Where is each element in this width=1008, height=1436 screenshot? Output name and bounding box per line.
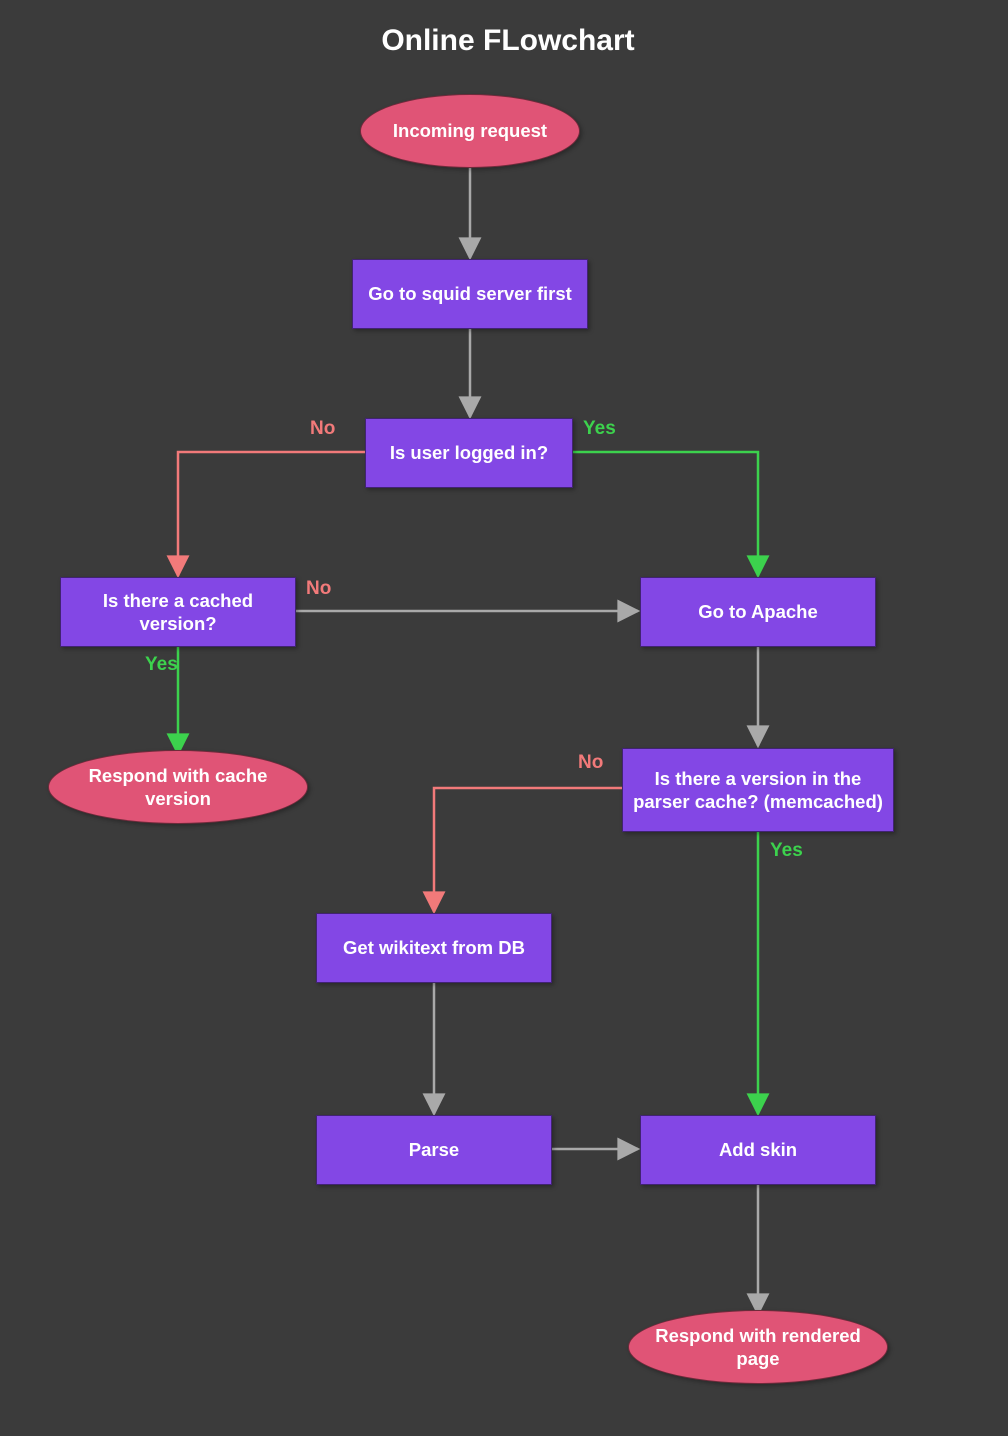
connectors-layer: [0, 0, 1008, 1436]
node-respond-cache: Respond with cache version: [48, 750, 308, 824]
node-addskin: Add skin: [640, 1115, 876, 1185]
node-apache: Go to Apache: [640, 577, 876, 647]
node-parse: Parse: [316, 1115, 552, 1185]
node-cached: Is there a cached version?: [60, 577, 296, 647]
edge-parsercache-getwiki: [434, 788, 622, 912]
node-incoming-request: Incoming request: [360, 94, 580, 168]
label-loggedin-yes: Yes: [583, 418, 616, 440]
node-respond-page: Respond with rendered page: [628, 1310, 888, 1384]
label-cached-yes: Yes: [145, 654, 178, 676]
edge-loggedin-cached: [178, 452, 365, 576]
label-parsercache-yes: Yes: [770, 840, 803, 862]
page-title: Online FLowchart: [258, 24, 758, 58]
node-getwiki: Get wikitext from DB: [316, 913, 552, 983]
node-parser-cache: Is there a version in the parser cache? …: [622, 748, 894, 832]
node-loggedin: Is user logged in?: [365, 418, 573, 488]
label-loggedin-no: No: [310, 418, 335, 440]
label-cached-no: No: [306, 578, 331, 600]
node-squid: Go to squid server first: [352, 259, 588, 329]
edge-loggedin-apache: [573, 452, 758, 576]
label-parsercache-no: No: [578, 752, 603, 774]
